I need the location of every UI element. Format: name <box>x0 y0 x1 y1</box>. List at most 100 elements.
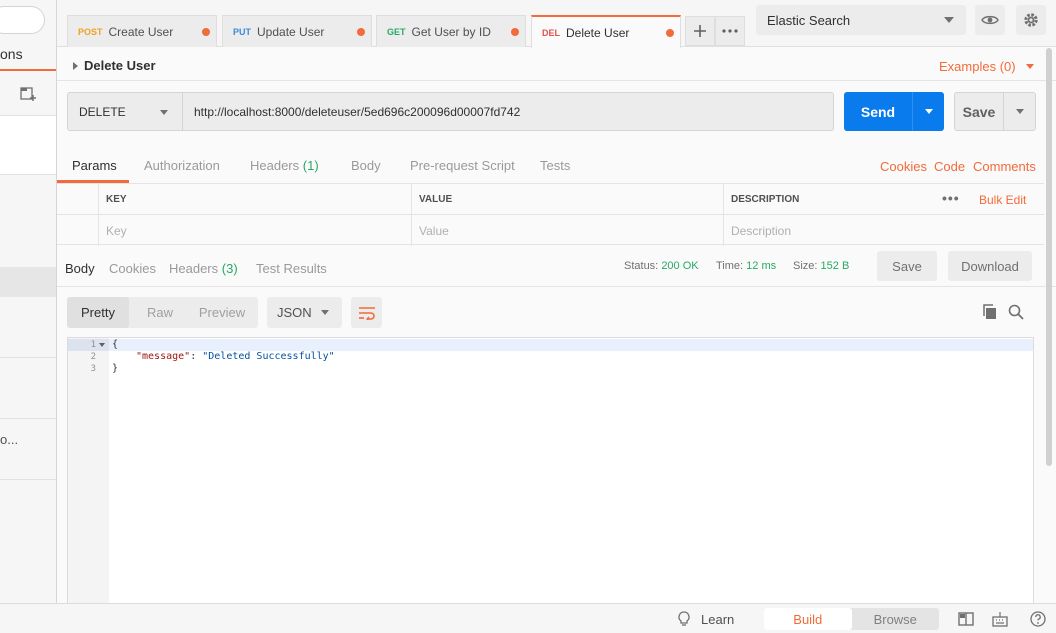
bulk-edit-link[interactable]: Bulk Edit <box>979 193 1026 207</box>
method-select[interactable]: DELETE <box>67 92 183 131</box>
comments-link[interactable]: Comments <box>973 159 1036 174</box>
vertical-scrollbar[interactable] <box>1046 48 1052 466</box>
two-pane-view-icon[interactable] <box>957 610 975 628</box>
eye-icon <box>981 15 999 25</box>
caret-right-icon <box>73 61 78 70</box>
code-line: 3 } <box>68 363 1028 375</box>
browse-mode-button[interactable]: Browse <box>852 608 940 630</box>
sidebar-tab-indicator <box>0 69 56 71</box>
sidebar-item-truncated[interactable]: o... <box>0 432 18 447</box>
response-tab-cookies[interactable]: Cookies <box>109 261 156 276</box>
save-options-button[interactable] <box>1004 109 1035 114</box>
tab-tests[interactable]: Tests <box>540 158 570 173</box>
params-table: KEY VALUE DESCRIPTION ••• Bulk Edit Key … <box>57 183 1044 246</box>
response-tab-headers-label: Headers <box>169 261 219 276</box>
tab-headers[interactable]: Headers (1) <box>250 158 319 173</box>
tab-pre-request-script[interactable]: Pre-request Script <box>410 158 515 173</box>
line-number: 1 <box>90 340 96 350</box>
column-header-value: VALUE <box>411 184 723 215</box>
headers-count: (1) <box>302 158 319 173</box>
format-switcher: Pretty Raw Preview <box>67 297 258 328</box>
chevron-down-icon <box>321 310 329 315</box>
method-badge: GET <box>387 26 406 37</box>
send-label: Send <box>860 103 896 120</box>
format-preview[interactable]: Preview <box>191 297 253 328</box>
wrap-lines-icon <box>358 306 375 320</box>
code-text: { <box>112 339 119 350</box>
search-response-button[interactable] <box>1004 298 1028 326</box>
request-name-toggle[interactable]: Delete User <box>73 58 156 73</box>
code-line: 2 "message": "Deleted Successfully" <box>68 351 1028 363</box>
examples-dropdown[interactable]: Examples (0) <box>939 59 1034 74</box>
param-description-input[interactable]: Description <box>723 215 1044 246</box>
more-icon[interactable]: ••• <box>942 190 960 206</box>
tab-delete-user[interactable]: DEL Delete User <box>531 15 681 48</box>
size-label: Size: <box>793 260 818 272</box>
tab-label: Update User <box>257 24 325 39</box>
tab-authorization[interactable]: Authorization <box>144 158 220 173</box>
tab-params[interactable]: Params <box>72 158 117 173</box>
tab-get-user-by-id[interactable]: GET Get User by ID <box>376 15 526 47</box>
response-tab-body[interactable]: Body <box>65 261 95 276</box>
search-icon <box>1008 304 1024 320</box>
response-headers-count: (3) <box>221 261 238 276</box>
examples-label: Examples (0) <box>939 59 1016 74</box>
help-icon[interactable] <box>1029 610 1047 628</box>
send-button[interactable]: Send <box>844 92 944 131</box>
code-link[interactable]: Code <box>934 159 965 174</box>
copy-response-button[interactable] <box>978 298 1002 326</box>
gear-icon <box>1024 13 1038 27</box>
sidebar-divider <box>0 357 56 358</box>
response-tab-test-results[interactable]: Test Results <box>256 261 327 276</box>
mode-switcher: Build Browse <box>764 608 939 630</box>
fold-caret-icon[interactable] <box>99 343 105 347</box>
format-raw[interactable]: Raw <box>129 297 191 328</box>
build-mode-button[interactable]: Build <box>764 608 852 630</box>
learn-label: Learn <box>701 611 735 627</box>
lightbulb-icon <box>678 611 690 626</box>
code-line: 1 { <box>68 339 1028 351</box>
cookies-link[interactable]: Cookies <box>880 159 927 174</box>
environment-select[interactable]: Elastic Search <box>756 5 966 35</box>
sidebar-collection-item[interactable] <box>0 116 56 174</box>
learn-button[interactable]: Learn <box>677 611 734 627</box>
save-request-button[interactable]: Save <box>954 92 1036 131</box>
status-label: Status: <box>624 260 659 272</box>
divider <box>57 80 1056 81</box>
new-tab-button[interactable] <box>685 16 715 46</box>
save-response-button[interactable]: Save <box>877 251 937 281</box>
response-tab-headers[interactable]: Headers (3) <box>169 261 238 276</box>
tab-options-button[interactable] <box>715 16 745 46</box>
tab-headers-label: Headers <box>250 158 300 173</box>
param-key-input[interactable]: Key <box>98 215 411 246</box>
status-bar: Learn Build Browse <box>0 603 1056 633</box>
chevron-down-icon <box>1025 64 1034 69</box>
json-value: "Deleted Successfully" <box>202 351 335 362</box>
request-name: Delete User <box>84 58 156 73</box>
json-colon: : <box>190 351 203 362</box>
language-select[interactable]: JSON <box>267 297 342 328</box>
format-pretty[interactable]: Pretty <box>67 297 129 328</box>
response-body-editor[interactable]: 1 { 2 "message": "Deleted Successfully" … <box>67 337 1034 604</box>
new-collection-icon[interactable] <box>19 85 37 103</box>
tab-body[interactable]: Body <box>351 158 381 173</box>
send-options-button[interactable] <box>913 109 944 114</box>
sidebar-tab-collections[interactable]: ons <box>0 46 23 62</box>
environment-quick-look-button[interactable] <box>975 5 1005 35</box>
tab-update-user[interactable]: PUT Update User <box>222 15 372 47</box>
param-value-input[interactable]: Value <box>411 215 723 246</box>
status-value: 200 OK <box>661 260 699 272</box>
download-response-button[interactable]: Download <box>948 251 1032 281</box>
chevron-down-icon <box>944 17 954 23</box>
sidebar-divider <box>0 479 56 480</box>
environment-settings-button[interactable] <box>1016 5 1046 35</box>
sidebar-search-input[interactable] <box>0 6 45 34</box>
column-header-key: KEY <box>98 184 411 215</box>
keyboard-shortcuts-icon[interactable] <box>991 610 1009 628</box>
tab-create-user[interactable]: POST Create User <box>67 15 217 47</box>
sidebar-item-selected[interactable] <box>0 267 56 297</box>
method-badge: PUT <box>233 26 251 37</box>
url-input[interactable] <box>183 92 834 131</box>
wrap-lines-button[interactable] <box>351 297 382 328</box>
method-badge: DEL <box>542 27 560 38</box>
